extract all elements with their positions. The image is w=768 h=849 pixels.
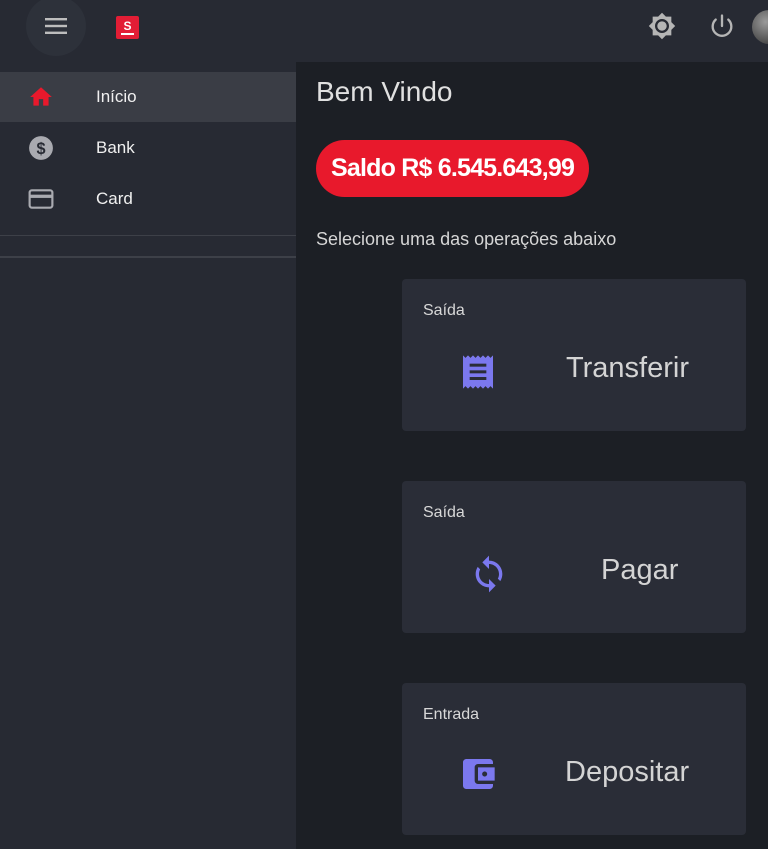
home-icon xyxy=(30,87,52,106)
operations-instruction: Selecione uma das operações abaixo xyxy=(316,229,617,249)
hamburger-menu-icon xyxy=(45,18,67,34)
svg-text:$: $ xyxy=(36,140,45,158)
main-content: Bem Vindo Saldo R$ 6.545.643,99 Selecion… xyxy=(296,62,768,849)
operation-type: Entrada xyxy=(423,706,480,723)
sidebar-item-card[interactable]: Card xyxy=(0,174,296,224)
sidebar-divider xyxy=(0,256,296,258)
operation-card-depositar[interactable]: Entrada Depositar xyxy=(402,683,746,835)
user-avatar[interactable] xyxy=(752,10,768,44)
dollar-circle-icon: $ xyxy=(29,136,53,160)
sidebar-divider xyxy=(0,235,296,236)
sidebar-item-bank[interactable]: $ Bank xyxy=(0,123,296,173)
credit-card-icon xyxy=(28,189,54,209)
sidebar-item-inicio[interactable]: Início xyxy=(0,72,296,122)
brightness-icon[interactable] xyxy=(648,12,676,40)
receipt-icon xyxy=(463,355,493,389)
sidebar-item-label: Bank xyxy=(96,138,135,157)
top-app-bar: S xyxy=(0,0,768,62)
balance-badge: Saldo R$ 6.545.643,99 xyxy=(316,140,590,197)
operation-card-transferir[interactable]: Saída Transferir xyxy=(402,279,746,431)
operation-action-label: Pagar xyxy=(601,554,679,586)
sidebar: Início $ Bank Card xyxy=(0,62,296,849)
sidebar-item-label: Início xyxy=(96,87,137,106)
operation-type: Saída xyxy=(423,302,465,319)
operation-card-pagar[interactable]: Saída Pagar xyxy=(402,481,746,633)
operation-type: Saída xyxy=(423,504,465,521)
sidebar-item-label: Card xyxy=(96,189,133,208)
wallet-icon xyxy=(463,759,495,789)
operation-action-label: Depositar xyxy=(565,756,690,788)
operation-action-label: Transferir xyxy=(566,352,689,384)
page-title: Bem Vindo xyxy=(316,76,453,107)
brand-logo[interactable]: S xyxy=(116,16,139,39)
sync-icon xyxy=(475,555,503,593)
power-icon[interactable] xyxy=(708,12,736,40)
brand-logo-letter: S xyxy=(123,18,132,33)
menu-button[interactable] xyxy=(26,0,86,56)
